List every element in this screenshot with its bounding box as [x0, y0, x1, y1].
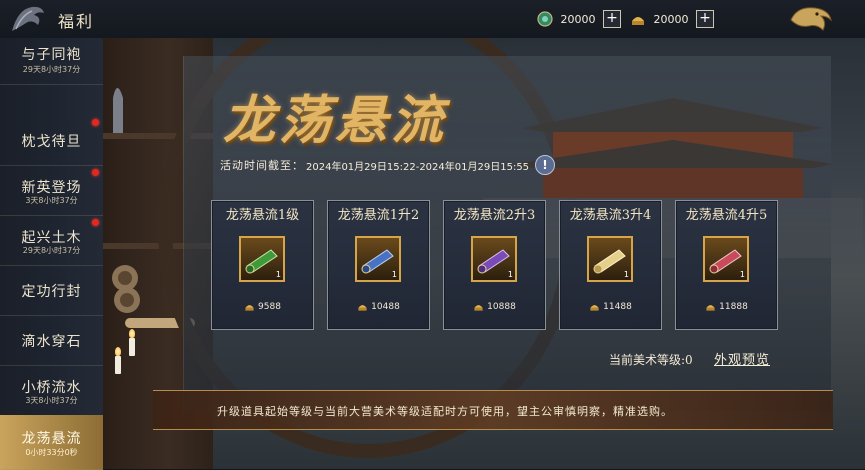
sidebar-item-label: 定功行封 — [21, 284, 82, 300]
sidebar-item-label: 起兴土木 — [21, 230, 82, 246]
top-bar: 福利 20000 + 20000 + — [0, 0, 865, 39]
event-scene: 龙荡悬流 活动时间截至： 2024年01月29日15:22-2024年01月29… — [103, 38, 865, 469]
event-time-row: 活动时间截至： 2024年01月29日15:22-2024年01月29日15:5… — [220, 155, 556, 175]
event-time-label: 活动时间截至： — [220, 159, 304, 172]
gold-ingot-icon — [358, 305, 367, 311]
jade-coin-icon — [537, 11, 553, 27]
candle-decoration — [129, 338, 135, 356]
sidebar-item-label: 滴水穿石 — [21, 334, 82, 350]
card-cost: 10488 — [328, 301, 429, 312]
sidebar-item-xiao-qiao-liu-shui[interactable]: 小桥流水 3天8小时37分 — [0, 365, 103, 416]
notification-badge — [92, 119, 99, 126]
sidebar-item-label: 枕戈待旦 — [21, 134, 82, 150]
item-slot: 1 — [703, 236, 749, 282]
upgrade-card-3[interactable]: 龙荡悬流2升3 1 10888 — [443, 200, 546, 330]
art-level-label: 当前美术等级:0 — [609, 353, 693, 367]
item-slot: 1 — [471, 236, 517, 282]
add-gold-button[interactable]: + — [696, 10, 714, 28]
card-title: 龙荡悬流1级 — [225, 208, 300, 223]
cost-value: 10488 — [371, 301, 400, 312]
candle-flame-icon — [129, 329, 135, 338]
notification-badge — [92, 219, 99, 226]
dragon-back-icon[interactable] — [787, 2, 835, 36]
gold-amount: 20000 — [653, 12, 689, 26]
event-title: 龙荡悬流 — [223, 90, 448, 151]
sidebar-item-timer: 29天8小时37分 — [22, 246, 81, 255]
item-count: 1 — [739, 270, 745, 279]
card-title: 龙荡悬流3升4 — [569, 208, 652, 223]
item-slot: 1 — [239, 236, 285, 282]
sidebar-item-timer: 3天8小时37分 — [25, 196, 78, 205]
item-count: 1 — [623, 270, 629, 279]
gold-ingot-icon — [632, 17, 644, 25]
sidebar-item-label: 小桥流水 — [21, 380, 82, 396]
cost-value: 9588 — [258, 301, 281, 312]
item-slot: 1 — [587, 236, 633, 282]
upgrade-card-5[interactable]: 龙荡悬流4升5 1 11888 — [675, 200, 778, 330]
card-cost: 11488 — [560, 301, 661, 312]
gold-ingot-icon — [590, 305, 599, 311]
item-slot: 1 — [355, 236, 401, 282]
card-title: 龙荡悬流2升3 — [453, 208, 536, 223]
sidebar-item-timer: 0小时33分0秒 — [25, 448, 78, 457]
card-title: 龙荡悬流4升5 — [685, 208, 768, 223]
sidebar-item-qi-xing-tu-mu[interactable]: 起兴土木 29天8小时37分 — [0, 215, 103, 266]
upgrade-card-1[interactable]: 龙荡悬流1级 1 9588 — [211, 200, 314, 330]
card-cost: 10888 — [444, 301, 545, 312]
sidebar-item-zhen-ge-dai-dan[interactable]: 枕戈待旦 — [0, 115, 103, 166]
card-cost: 9588 — [212, 301, 313, 312]
jade-currency: 20000 + — [537, 9, 621, 29]
notice-text: 升级道具起始等级与当前大营美术等级适配时方可使用，望主公审慎明察，精准选购。 — [217, 405, 673, 418]
add-jade-button[interactable]: + — [603, 10, 621, 28]
gold-currency: 20000 + — [630, 9, 714, 29]
jade-amount: 20000 — [560, 12, 596, 26]
gold-ingot-icon — [245, 305, 254, 311]
appearance-preview-button[interactable]: 外观预览 — [714, 349, 770, 368]
item-count: 1 — [507, 270, 513, 279]
upgrade-card-2[interactable]: 龙荡悬流1升2 1 10488 — [327, 200, 430, 330]
notification-badge — [92, 169, 99, 176]
candle-flame-icon — [115, 347, 121, 356]
page-title: 福利 — [58, 12, 95, 31]
item-count: 1 — [391, 270, 397, 279]
item-count: 1 — [275, 270, 281, 279]
cost-value: 10888 — [487, 301, 516, 312]
event-time-value: 2024年01月29日15:22-2024年01月29日15:55 — [306, 161, 530, 173]
gold-ingot-icon — [474, 305, 483, 311]
card-title: 龙荡悬流1升2 — [337, 208, 420, 223]
sidebar-item-timer: 3天8小时37分 — [25, 396, 78, 405]
sidebar-item-timer: 29天8小时37分 — [22, 65, 81, 74]
cost-value: 11888 — [719, 301, 748, 312]
sidebar-item-label: 新英登场 — [21, 180, 82, 196]
dragon-emblem-icon — [12, 6, 44, 31]
notice-banner: 升级道具起始等级与当前大营美术等级适配时方可使用，望主公审慎明察，精准选购。 — [153, 390, 833, 430]
sidebar-item-yu-zi-tong-pao[interactable]: 与子同袍 29天8小时37分 — [0, 38, 103, 85]
upgrade-card-4[interactable]: 龙荡悬流3升4 1 11488 — [559, 200, 662, 330]
sidebar-item-di-shui-chuan-shi[interactable]: 滴水穿石 — [0, 315, 103, 366]
sidebar-item-xin-ying-deng-chang[interactable]: 新英登场 3天8小时37分 — [0, 165, 103, 216]
info-icon[interactable]: ! — [535, 155, 556, 175]
sidebar: 与子同袍 29天8小时37分 枕戈待旦 新英登场 3天8小时37分 起兴土木 2… — [0, 38, 104, 470]
gold-ingot-icon — [706, 305, 715, 311]
sidebar-item-label: 龙荡悬流 — [21, 431, 82, 447]
cost-value: 11488 — [603, 301, 632, 312]
sidebar-item-ding-gong-xing-feng[interactable]: 定功行封 — [0, 265, 103, 316]
candle-decoration — [115, 356, 121, 374]
card-cost: 11888 — [676, 301, 777, 312]
sidebar-item-label: 与子同袍 — [21, 47, 82, 63]
sidebar-item-long-dang-xuan-liu[interactable]: 龙荡悬流 0小时33分0秒 — [0, 415, 103, 470]
